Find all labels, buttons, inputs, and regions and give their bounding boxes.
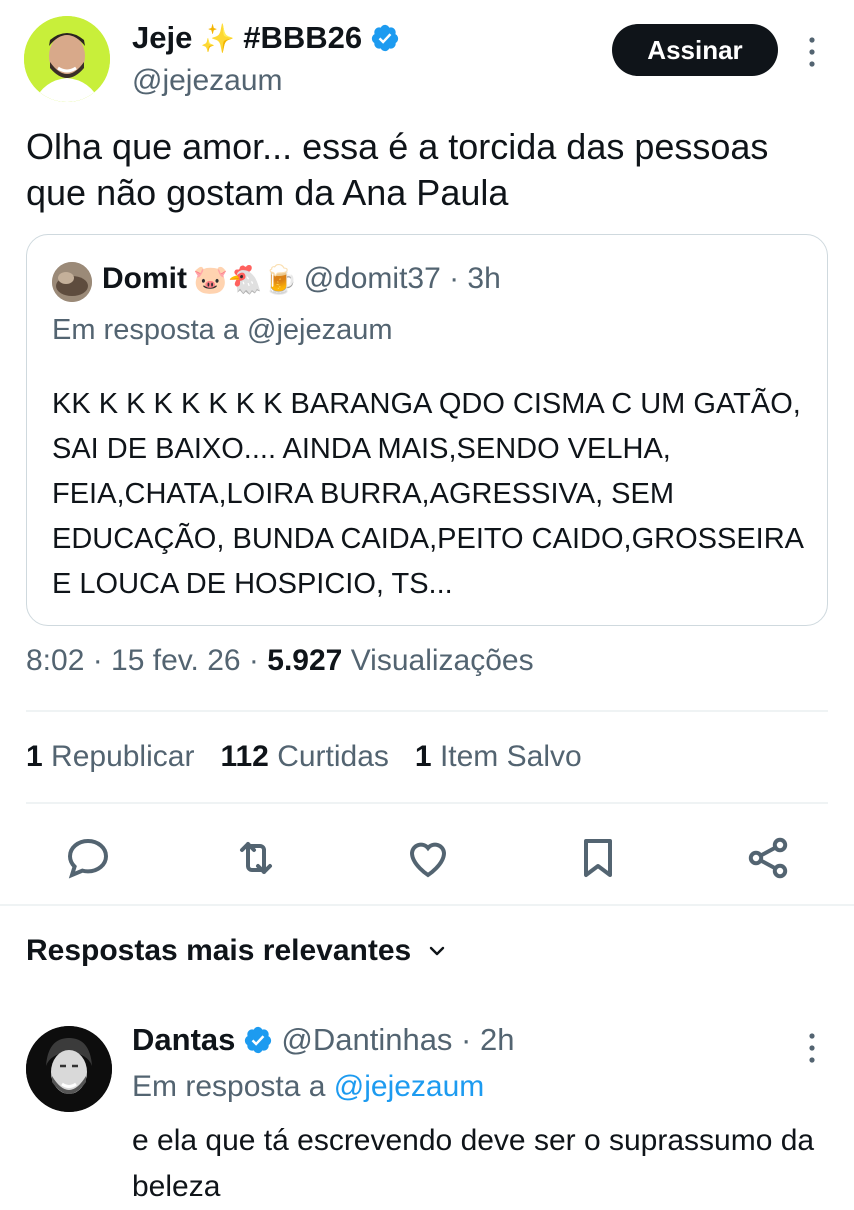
author-name-row[interactable]: Jeje ✨ #BBB26	[132, 20, 400, 56]
tweet-timestamp[interactable]: 8:02 · 15 fev. 26 ·	[26, 644, 259, 677]
more-options-icon[interactable]	[800, 32, 824, 72]
tweet-metadata: 8:02 · 15 fev. 26 · 5.927 Visualizações	[26, 644, 534, 678]
author-name[interactable]: Jeje	[132, 20, 192, 56]
engagement-stats: 1 Republicar 112 Curtidas 1 Item Salvo	[26, 740, 582, 774]
section-divider	[0, 904, 854, 906]
reply-text: e ela que tá escrevendo deve ser o supra…	[132, 1124, 815, 1203]
repost-icon[interactable]	[232, 834, 280, 882]
replies-sort-label: Respostas mais relevantes	[26, 934, 412, 967]
reply-handle-time[interactable]: @Dantinhas · 2h	[281, 1022, 514, 1058]
quote-author-row[interactable]: Domit 🐷🐔🍺 @domit37 · 3h	[102, 262, 501, 296]
reposts-stat[interactable]: 1 Republicar	[26, 740, 194, 774]
quote-author-name[interactable]: Domit	[102, 262, 187, 296]
saves-stat[interactable]: 1 Item Salvo	[415, 740, 582, 774]
views-count: 5.927	[267, 644, 343, 677]
share-icon[interactable]	[744, 834, 792, 882]
author-handle[interactable]: @jejezaum	[132, 64, 283, 98]
reply-icon[interactable]	[64, 834, 112, 882]
chevron-down-icon	[430, 946, 445, 956]
reply-context: Em resposta a @jejezaum	[132, 1070, 485, 1103]
quote-handle-time[interactable]: @domit37 · 3h	[304, 262, 501, 296]
quote-reply-context: Em resposta a @jejezaum	[52, 314, 393, 346]
reply-author-row[interactable]: Dantas @Dantinhas · 2h	[132, 1022, 514, 1058]
divider	[26, 802, 828, 804]
emoji-pig-chicken-beer-icon: 🐷🐔🍺	[193, 263, 298, 295]
sparkles-icon: ✨	[200, 22, 236, 54]
replies-sort-dropdown[interactable]: Respostas mais relevantes	[26, 934, 449, 968]
tweet-text: Olha que amor... essa é a torcida das pe…	[26, 126, 769, 213]
reply-more-options-icon[interactable]	[800, 1028, 824, 1068]
quote-text: KK K K K K K K K BARANGA QDO CISMA C UM …	[52, 388, 803, 600]
reply-author-avatar[interactable]	[26, 1026, 112, 1112]
verified-badge-icon	[245, 1026, 272, 1054]
follow-button[interactable]: Assinar	[612, 24, 778, 76]
divider	[26, 710, 828, 712]
quote-author-avatar[interactable]	[52, 262, 92, 302]
reply-author-name[interactable]: Dantas	[132, 1022, 235, 1058]
bookmark-icon[interactable]	[574, 834, 622, 882]
views-label: Visualizações	[350, 644, 534, 677]
author-avatar[interactable]	[24, 16, 110, 102]
likes-stat[interactable]: 112 Curtidas	[220, 740, 388, 774]
reply-to-mention-link[interactable]: @jejezaum	[334, 1070, 485, 1103]
author-name-tag[interactable]: #BBB26	[243, 20, 362, 56]
like-icon[interactable]	[404, 834, 452, 882]
verified-badge-icon	[371, 24, 399, 52]
